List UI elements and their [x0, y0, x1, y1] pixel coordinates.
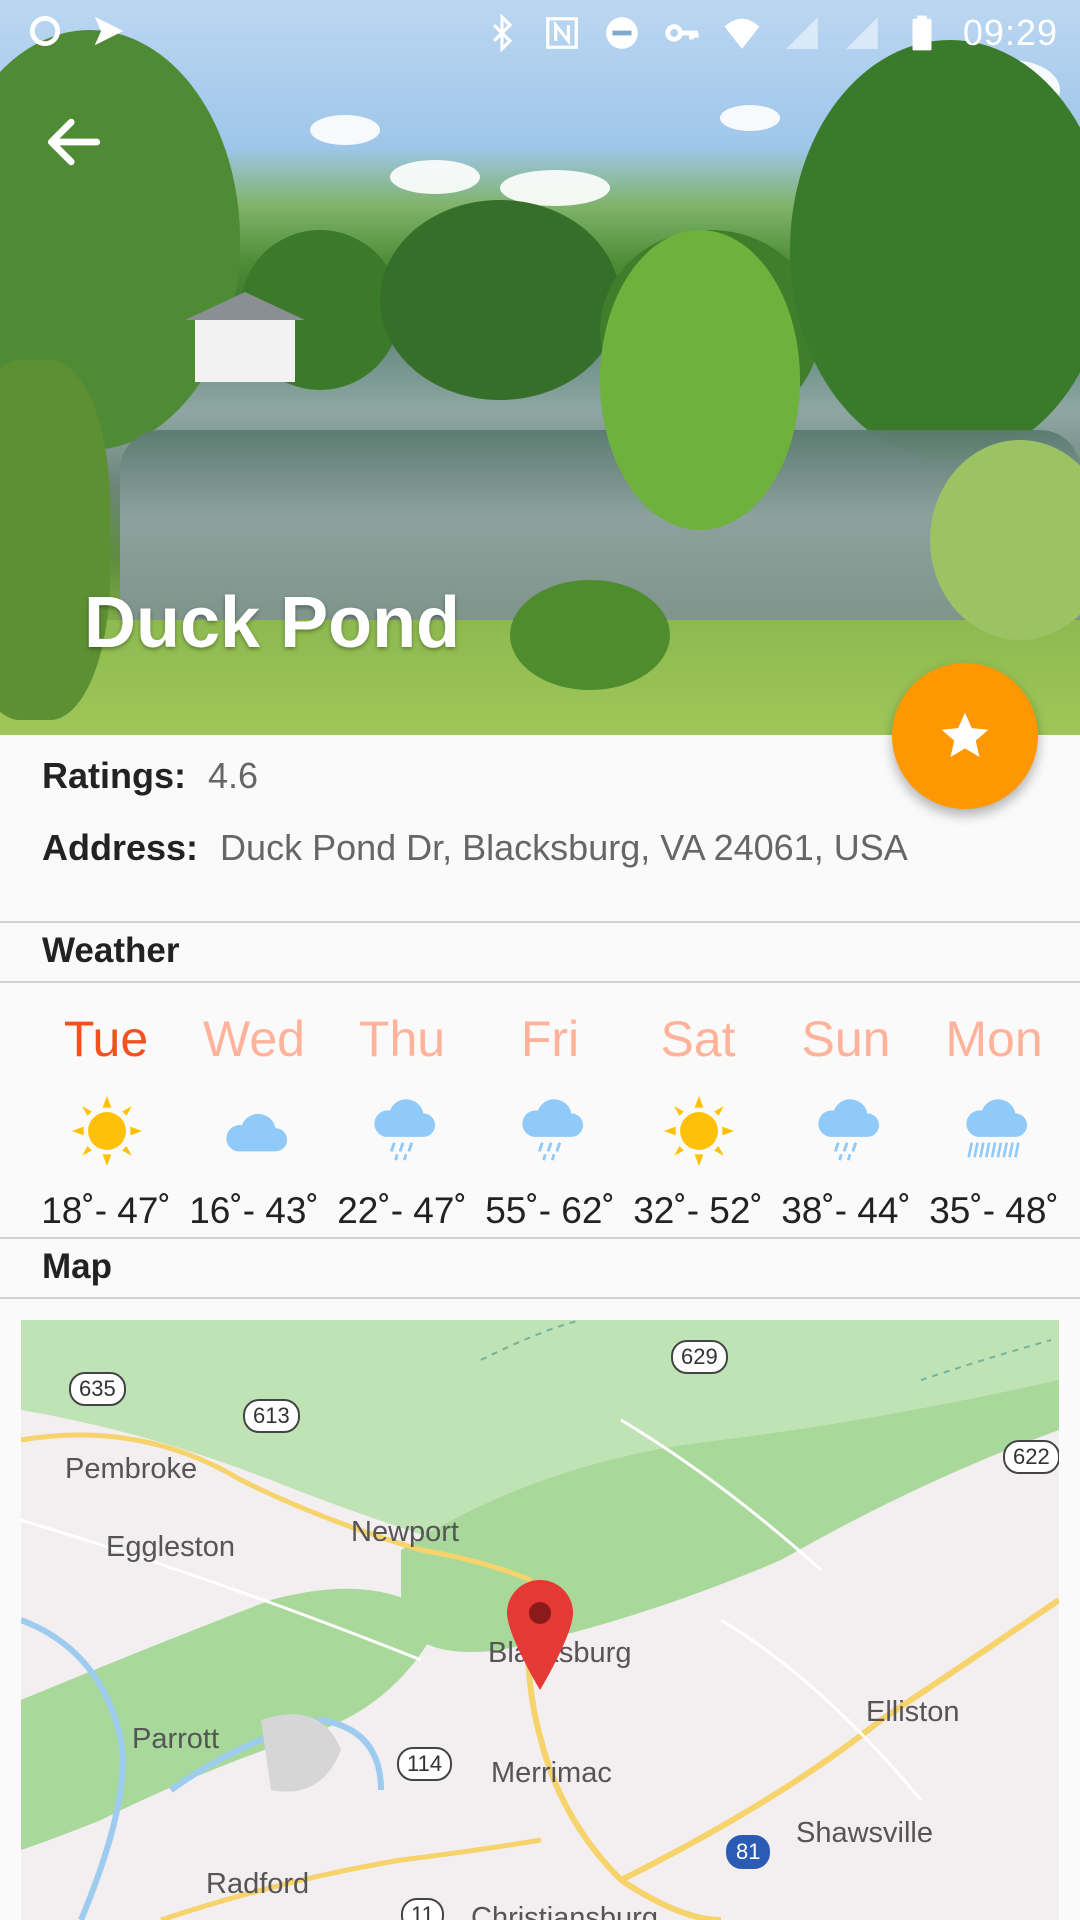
rain-icon	[818, 1099, 880, 1161]
day-temp: 32˚- 52˚	[633, 1190, 763, 1231]
day-temp: 22˚- 47˚	[337, 1190, 467, 1231]
day-temp: 55˚- 62˚	[485, 1190, 615, 1231]
route-shield: 613	[243, 1399, 300, 1433]
route-shield: 11	[401, 1898, 444, 1920]
route-shield: 629	[671, 1340, 728, 1374]
signal-icon	[786, 17, 818, 49]
map-view[interactable]: Pembroke Eggleston Newport Blacksburg Pa…	[21, 1320, 1059, 1920]
map-place-label: Shawsville	[796, 1817, 933, 1849]
ratings-row: Ratings: 4.6	[42, 755, 1042, 797]
do-not-disturb-icon	[606, 17, 638, 49]
signal-icon-2	[846, 17, 878, 49]
day-name: Tue	[63, 1011, 149, 1067]
circle-icon	[29, 15, 61, 47]
map-place-label: Pembroke	[65, 1453, 198, 1485]
address-label: Address:	[42, 827, 199, 868]
address-row: Address: Duck Pond Dr, Blacksburg, VA 24…	[42, 827, 1042, 869]
map-place-label: Elliston	[866, 1696, 960, 1728]
day-name: Thu	[358, 1011, 446, 1067]
battery-icon	[912, 15, 932, 51]
send-icon	[94, 16, 124, 46]
map-place-label: Eggleston	[106, 1531, 235, 1563]
place-title: Duck Pond	[84, 583, 461, 663]
address-value: Duck Pond Dr, Blacksburg, VA 24061, USA	[220, 827, 908, 868]
map-place-label: Christiansburg	[471, 1902, 658, 1920]
cloud-icon	[226, 1113, 288, 1152]
ratings-value: 4.6	[208, 755, 259, 796]
map-place-label: Merrimac	[491, 1757, 612, 1789]
route-shield: 622	[1003, 1440, 1059, 1474]
heavy-rain-icon	[966, 1099, 1028, 1158]
day-temp: 18˚- 47˚	[41, 1190, 171, 1231]
map-heading: Map	[42, 1247, 112, 1286]
route-shield: 114	[397, 1747, 453, 1781]
day-temp: 35˚- 48˚	[929, 1190, 1059, 1231]
sun-icon	[72, 1096, 142, 1166]
ratings-label: Ratings:	[42, 755, 186, 796]
vpn-key-icon	[665, 24, 699, 42]
route-shield: 635	[69, 1372, 126, 1406]
rain-icon	[522, 1099, 584, 1161]
sun-icon	[664, 1096, 734, 1166]
day-temp: 16˚- 43˚	[189, 1190, 319, 1231]
weather-forecast: Tue 18˚- 47˚ Wed 16˚- 43˚ Thu 22˚- 47˚ F…	[0, 1010, 1080, 1235]
clock: 09:29	[962, 12, 1058, 53]
rain-icon	[374, 1099, 436, 1161]
day-name: Sun	[801, 1011, 891, 1067]
weather-section-header: Weather	[0, 921, 1080, 983]
map-section-header: Map	[0, 1237, 1080, 1299]
map-place-label: Newport	[351, 1516, 459, 1548]
day-name: Wed	[203, 1011, 305, 1067]
weather-heading: Weather	[42, 931, 180, 970]
day-temp: 38˚- 44˚	[781, 1190, 911, 1231]
map-place-label: Radford	[206, 1868, 310, 1900]
day-name: Fri	[520, 1011, 580, 1067]
location-pin-icon[interactable]	[507, 1580, 573, 1690]
back-arrow-icon[interactable]	[40, 108, 108, 176]
wifi-icon	[724, 18, 760, 49]
status-bar: 09:29	[0, 0, 1080, 64]
place-info: Ratings: 4.6 Address: Duck Pond Dr, Blac…	[42, 755, 1042, 899]
day-name: Mon	[945, 1011, 1043, 1067]
route-shield: 81	[726, 1835, 771, 1869]
map-place-label: Parrott	[132, 1723, 220, 1755]
bluetooth-icon	[492, 14, 513, 52]
day-name: Sat	[660, 1011, 736, 1067]
nfc-icon	[546, 17, 578, 49]
